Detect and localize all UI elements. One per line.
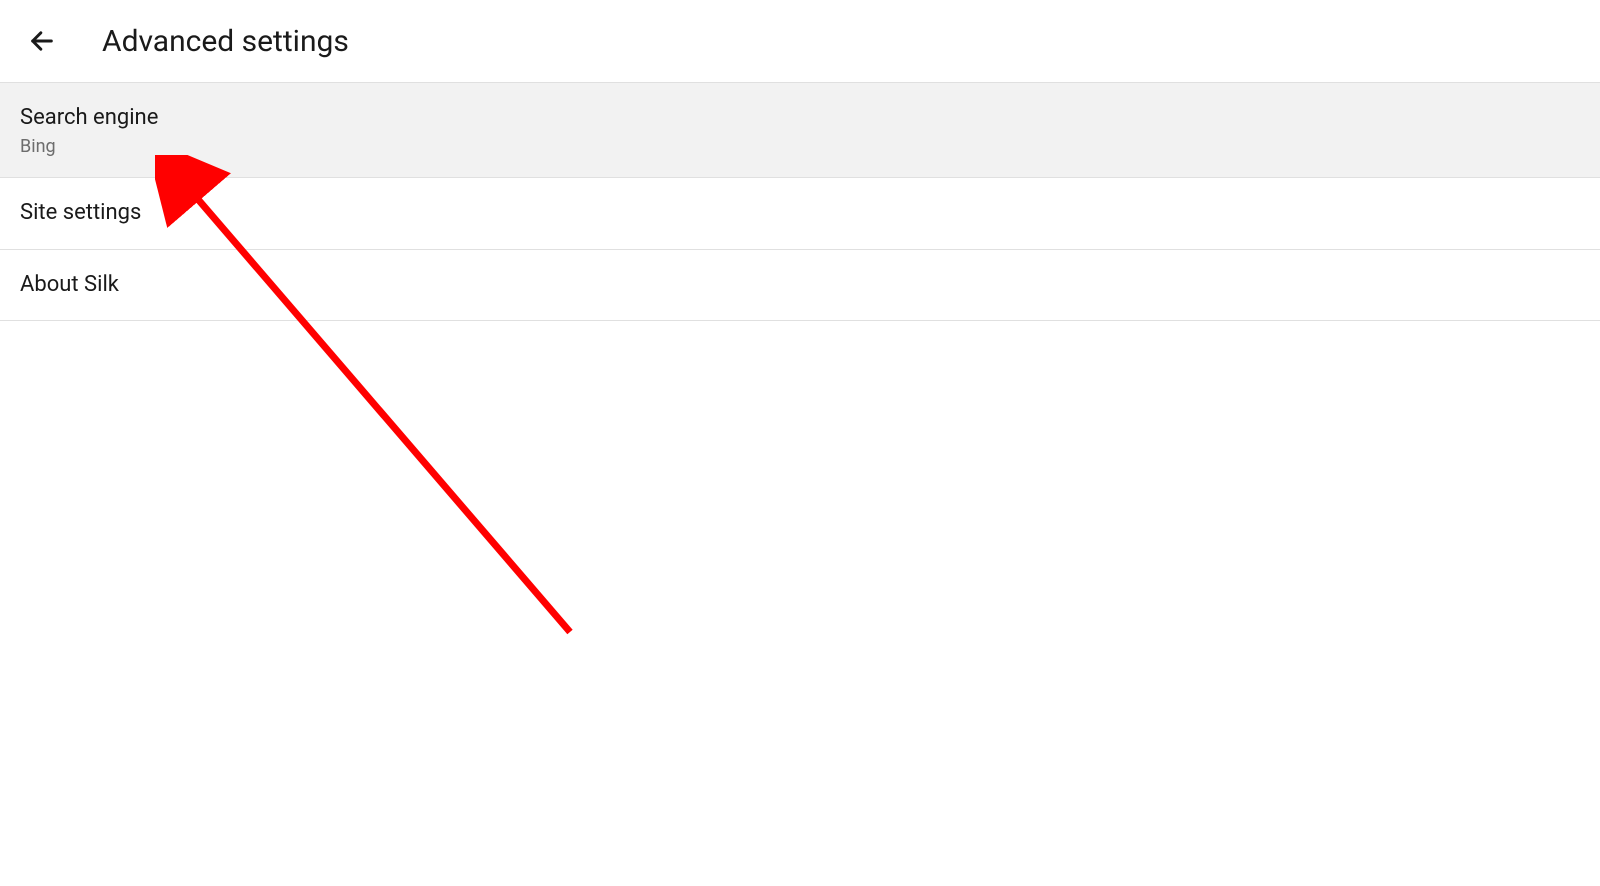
header: Advanced settings <box>0 0 1600 82</box>
settings-list: Search engine Bing Site settings About S… <box>0 82 1600 321</box>
page-title: Advanced settings <box>102 24 349 59</box>
setting-label: Site settings <box>20 198 1580 229</box>
setting-item-site-settings[interactable]: Site settings <box>0 178 1600 250</box>
setting-label: Search engine <box>20 103 1580 134</box>
setting-item-about-silk[interactable]: About Silk <box>0 250 1600 322</box>
back-arrow-icon[interactable] <box>24 23 60 59</box>
setting-item-search-engine[interactable]: Search engine Bing <box>0 82 1600 178</box>
setting-label: About Silk <box>20 270 1580 301</box>
setting-value: Bing <box>20 136 1580 157</box>
